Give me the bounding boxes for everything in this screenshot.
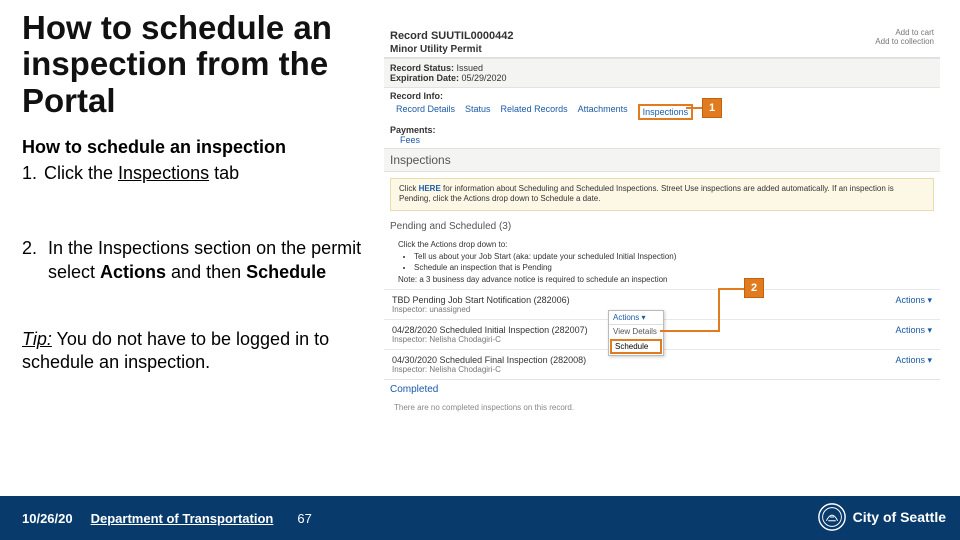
notice-b: for information about Scheduling and Sch… — [399, 184, 894, 203]
step-2: 2. In the Inspections section on the per… — [22, 237, 372, 284]
step-2-num: 2. — [22, 237, 44, 260]
connector-1 — [686, 107, 702, 109]
step-1-keyword: Inspections — [118, 163, 209, 183]
notice-box: Click HERE for information about Schedul… — [390, 178, 934, 211]
status-label: Record Status: — [390, 63, 454, 73]
row3-actions[interactable]: Actions ▾ — [895, 355, 932, 374]
pending-heading: Pending and Scheduled (3) — [384, 217, 940, 236]
add-to-collection-link[interactable]: Add to collection — [875, 37, 934, 46]
tab-related[interactable]: Related Records — [501, 104, 568, 120]
footer-city: City of Seattle — [853, 509, 946, 525]
exp-value: 05/29/2020 — [459, 73, 507, 83]
row3-title: 04/30/2020 Scheduled Final Inspection (2… — [392, 355, 586, 365]
seattle-seal-icon — [817, 502, 847, 532]
tip-label: Tip: — [22, 329, 52, 349]
row1-left: TBD Pending Job Start Notification (2820… — [392, 295, 570, 314]
dropdown-schedule[interactable]: Schedule — [610, 339, 662, 354]
actions-dropdown: Actions ▾ View Details Schedule — [608, 310, 664, 356]
payments-row: Payments: Fees — [384, 125, 940, 148]
inspections-heading: Inspections — [384, 148, 940, 172]
status-value: Issued — [454, 63, 483, 73]
inst-item-1: Tell us about your Job Start (aka: updat… — [414, 252, 926, 262]
callout-2: 2 — [744, 278, 764, 298]
step-1: 1.Click the Inspections tab — [22, 162, 372, 185]
footer-page: 67 — [297, 511, 311, 526]
instruction-block: Click the Actions drop down to: Tell us … — [384, 236, 940, 290]
slide-title: How to schedule an inspection from the P… — [22, 10, 372, 119]
exp-label: Expiration Date: — [390, 73, 459, 83]
connector-2b — [660, 288, 720, 332]
row2-inspector: Inspector: Nelisha Chodagiri-C — [392, 335, 588, 344]
row2-actions[interactable]: Actions ▾ — [895, 325, 932, 344]
tip: Tip: You do not have to be logged in to … — [22, 328, 372, 375]
left-column: How to schedule an inspection from the P… — [22, 10, 372, 375]
step-2-body: In the Inspections section on the permit… — [48, 237, 372, 284]
callout-1: 1 — [702, 98, 722, 118]
notice-a: Click — [399, 184, 419, 193]
footer-dept: Department of Transportation — [91, 511, 274, 526]
subtitle: How to schedule an inspection — [22, 137, 372, 158]
payments-label: Payments: — [390, 125, 934, 135]
fees-link[interactable]: Fees — [390, 135, 934, 145]
tab-status[interactable]: Status — [465, 104, 491, 120]
row1-inspector: Inspector: unassigned — [392, 305, 570, 314]
no-completed-text: There are no completed inspections on th… — [384, 399, 940, 424]
inst-note: Note: a 3 business day advance notice is… — [398, 275, 926, 285]
footer-logo: City of Seattle — [817, 502, 946, 532]
step-2-schedule: Schedule — [246, 262, 326, 282]
connector-2a — [718, 288, 744, 290]
record-subtitle: Minor Utility Permit — [384, 44, 940, 58]
tabs-row: Record Details Status Related Records At… — [384, 101, 940, 125]
record-title: Record SUUTIL0000442 — [384, 28, 940, 44]
step-1-text-c: tab — [209, 163, 239, 183]
row2-left: 04/28/2020 Scheduled Initial Inspection … — [392, 325, 588, 344]
tip-text: You do not have to be logged in to sched… — [22, 329, 329, 372]
row2-title: 04/28/2020 Scheduled Initial Inspection … — [392, 325, 588, 335]
row3-inspector: Inspector: Nelisha Chodagiri-C — [392, 365, 586, 374]
record-info-row: Record Info: — [384, 88, 940, 101]
top-right-links: Add to cart Add to collection — [875, 28, 934, 46]
step-2-actions: Actions — [100, 262, 166, 282]
row1-actions[interactable]: Actions ▾ — [895, 295, 932, 314]
footer-date: 10/26/20 — [22, 511, 73, 526]
row1-title: TBD Pending Job Start Notification (2820… — [392, 295, 570, 305]
inst-item-2: Schedule an inspection that is Pending — [414, 263, 926, 273]
record-status-band: Record Status: Issued Expiration Date: 0… — [384, 58, 940, 88]
step-2-text-c: and then — [166, 262, 246, 282]
completed-heading[interactable]: Completed — [384, 379, 940, 399]
add-to-cart-link[interactable]: Add to cart — [875, 28, 934, 37]
inst-lead: Click the Actions drop down to: — [398, 240, 926, 250]
record-info-label: Record Info: — [390, 91, 443, 101]
dropdown-actions-label[interactable]: Actions ▾ — [609, 311, 663, 325]
step-1-num: 1. — [22, 162, 44, 185]
step-1-text-a: Click the — [44, 163, 118, 183]
notice-here-link[interactable]: HERE — [419, 184, 441, 193]
tab-record-details[interactable]: Record Details — [396, 104, 455, 120]
footer-bar: 10/26/20 Department of Transportation 67… — [0, 496, 960, 540]
tab-inspections[interactable]: Inspections — [638, 104, 694, 120]
dropdown-view-details[interactable]: View Details — [609, 325, 663, 338]
row3-left: 04/30/2020 Scheduled Final Inspection (2… — [392, 355, 586, 374]
screenshot-panel: Add to cart Add to collection Record SUU… — [384, 28, 940, 468]
slide: How to schedule an inspection from the P… — [0, 0, 960, 540]
tab-attachments[interactable]: Attachments — [578, 104, 628, 120]
